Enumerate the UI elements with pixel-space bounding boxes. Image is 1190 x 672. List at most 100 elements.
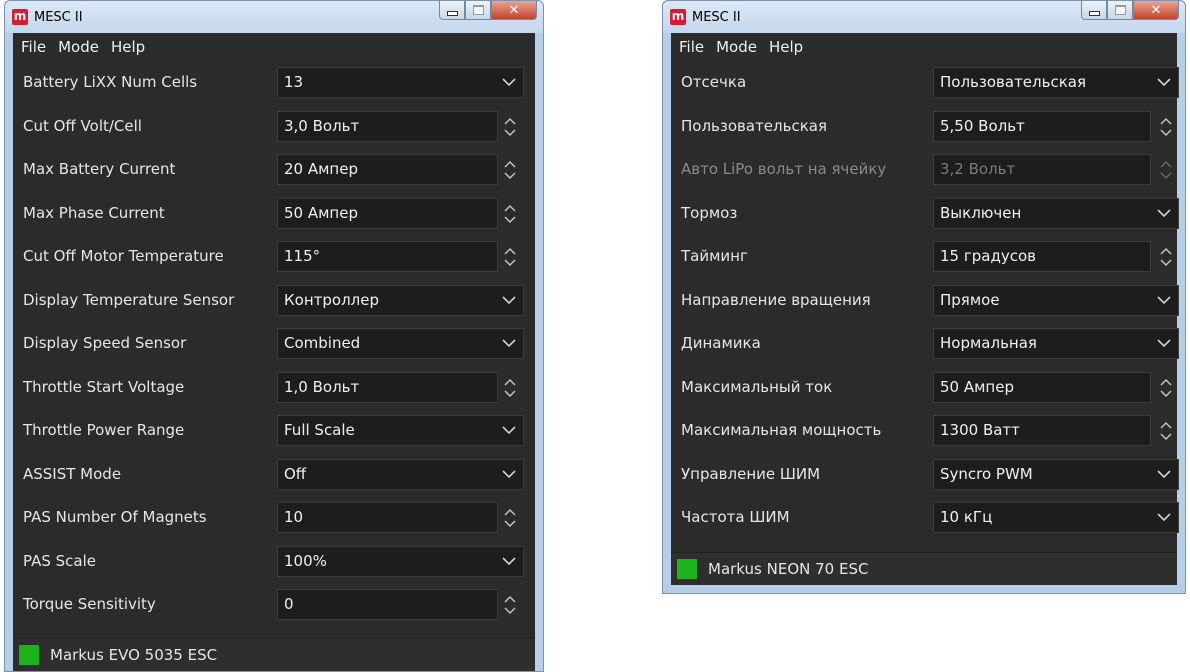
setting-label: Отсечка [681, 73, 747, 91]
close-button[interactable]: ✕ [491, 1, 537, 20]
setting-spinbox[interactable]: 3,0 Вольт [277, 110, 498, 142]
setting-label: Battery LiXX Num Cells [23, 73, 198, 91]
setting-dropdown[interactable]: Пользовательская [933, 67, 1179, 98]
device-name: Markus EVO 5035 ESC [50, 646, 218, 664]
setting-dropdown[interactable]: Combined [277, 328, 524, 359]
title-bar[interactable]: m MESC II ✕ [663, 1, 1185, 33]
settings-list: Battery LiXX Num Cells 13 Cut Off Volt/Cel… [13, 61, 535, 627]
chevron-down-icon[interactable] [501, 421, 517, 439]
settings-list: Отсечка Пользовательская Пользовательская 5… [671, 61, 1179, 540]
setting-spinbox[interactable]: 5,50 Вольт [933, 110, 1151, 142]
setting-dropdown[interactable]: Выключен [933, 197, 1179, 229]
close-button[interactable]: ✕ [1133, 1, 1179, 20]
setting-row: Display Speed Sensor Combined [13, 322, 535, 366]
spin-arrows-icon[interactable] [502, 594, 518, 616]
menu-mode[interactable]: Mode [58, 38, 99, 56]
setting-spinbox[interactable]: 10 [277, 502, 498, 533]
status-indicator [19, 645, 39, 665]
chevron-down-icon[interactable] [501, 465, 517, 483]
chevron-down-icon[interactable] [501, 334, 517, 352]
chevron-down-icon[interactable] [1156, 508, 1172, 526]
minimize-icon [446, 10, 458, 16]
setting-spinbox[interactable]: 1,0 Вольт [277, 371, 498, 403]
setting-row: Тайминг 15 градусов [671, 235, 1177, 279]
setting-row: Max Phase Current 50 Ампер [13, 192, 535, 236]
setting-label: Max Battery Current [23, 160, 176, 178]
chevron-down-icon[interactable] [501, 73, 517, 91]
setting-dropdown[interactable]: Нормальная [933, 328, 1179, 359]
minimize-button[interactable] [1081, 1, 1107, 20]
setting-spinbox[interactable]: 20 Ампер [277, 154, 498, 185]
setting-dropdown[interactable]: Прямое [933, 284, 1179, 316]
setting-row: Направление вращения Прямое [671, 279, 1179, 323]
setting-row: Управление ШИМ Syncro PWM [671, 453, 1179, 497]
setting-dropdown[interactable]: Контроллер [277, 284, 524, 316]
spin-arrows-icon[interactable] [1158, 116, 1174, 138]
setting-dropdown[interactable]: Full Scale [277, 415, 524, 446]
setting-label: Throttle Power Range [23, 421, 185, 439]
chevron-down-icon[interactable] [1156, 73, 1172, 91]
setting-row: Тормоз Выключен [671, 192, 1179, 236]
spin-arrows-icon[interactable] [1158, 246, 1174, 268]
setting-label: Динамика [681, 334, 761, 352]
spin-arrows-icon[interactable] [502, 377, 518, 399]
setting-row: Cut Off Volt/Cell 3,0 Вольт [13, 105, 535, 149]
setting-row: Отсечка Пользовательская [671, 61, 1179, 105]
window-controls: ✕ [439, 1, 537, 22]
setting-row: Display Temperature Sensor Контроллер [13, 279, 535, 323]
app-logo-icon: m [12, 9, 28, 25]
setting-dropdown[interactable]: Syncro PWM [933, 458, 1179, 490]
setting-spinbox[interactable]: 1300 Ватт [933, 415, 1151, 446]
spin-arrows-icon[interactable] [502, 507, 518, 529]
menu-help[interactable]: Help [111, 38, 145, 56]
spin-arrows-icon[interactable] [502, 246, 518, 268]
spin-arrows-icon[interactable] [502, 116, 518, 138]
spin-arrows-icon[interactable] [1158, 377, 1174, 399]
menu-file[interactable]: File [679, 38, 704, 56]
setting-label: Авто LiPo вольт на ячейку [681, 160, 887, 178]
chevron-down-icon[interactable] [1156, 291, 1172, 309]
chevron-down-icon[interactable] [1156, 204, 1172, 222]
setting-row: Максимальный ток 50 Ампер [671, 366, 1177, 410]
setting-label: Пользовательская [681, 116, 827, 135]
settings-panel: File Mode Help Отсечка Пользовательская По… [671, 33, 1179, 585]
setting-row: Throttle Power Range Full Scale [13, 409, 535, 453]
spin-arrows-icon[interactable] [502, 203, 518, 225]
setting-label: Максимальный ток [681, 377, 833, 396]
chevron-down-icon[interactable] [501, 291, 517, 309]
setting-dropdown[interactable]: 10 кГц [933, 502, 1179, 533]
setting-row: Battery LiXX Num Cells 13 [13, 61, 535, 105]
menu-bar: File Mode Help [671, 33, 1177, 61]
setting-dropdown[interactable]: Off [277, 458, 524, 490]
minimize-button[interactable] [439, 1, 465, 20]
app-logo-icon: m [670, 9, 686, 25]
setting-label: Throttle Start Voltage [23, 377, 185, 396]
spin-arrows-icon[interactable] [1158, 420, 1174, 442]
setting-spinbox[interactable]: 0 [277, 589, 498, 620]
setting-spinbox[interactable]: 50 Ампер [933, 371, 1151, 403]
spin-arrows-icon[interactable] [502, 159, 518, 181]
setting-label: PAS Scale [23, 551, 96, 570]
setting-row: ASSIST Mode Off [13, 453, 535, 497]
menu-mode[interactable]: Mode [716, 38, 757, 56]
setting-label: Частота ШИМ [681, 508, 790, 526]
settings-panel: File Mode Help Battery LiXX Num Cells 13 C… [13, 33, 535, 671]
title-bar[interactable]: m MESC II ✕ [5, 1, 543, 33]
setting-spinbox[interactable]: 115° [277, 241, 498, 272]
maximize-button [465, 1, 491, 20]
setting-label: Cut Off Motor Temperature [23, 247, 224, 265]
chevron-down-icon[interactable] [1156, 334, 1172, 352]
maximize-button [1107, 1, 1133, 20]
maximize-icon [1114, 5, 1126, 15]
setting-spinbox[interactable]: 15 градусов [933, 241, 1151, 272]
setting-spinbox[interactable]: 50 Ампер [277, 197, 498, 229]
chevron-down-icon[interactable] [1156, 465, 1172, 483]
setting-row: Torque Sensitivity 0 [13, 583, 535, 627]
minimize-icon [1088, 10, 1100, 16]
setting-dropdown[interactable]: 13 [277, 67, 524, 98]
menu-file[interactable]: File [21, 38, 46, 56]
setting-row: Max Battery Current 20 Ампер [13, 148, 535, 192]
setting-dropdown[interactable]: 100% [277, 545, 524, 577]
chevron-down-icon[interactable] [501, 552, 517, 570]
menu-help[interactable]: Help [769, 38, 803, 56]
